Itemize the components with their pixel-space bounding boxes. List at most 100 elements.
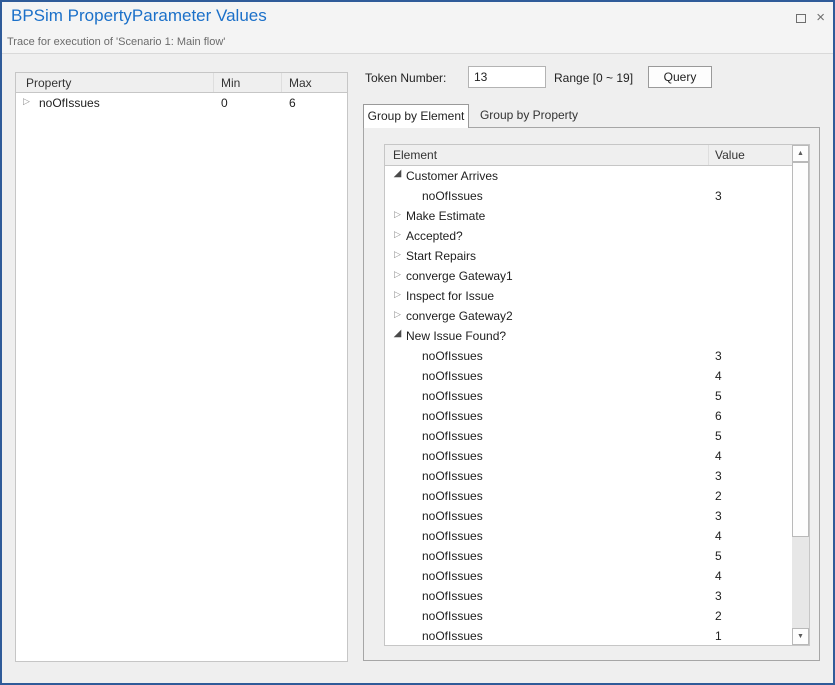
property-min: 0 bbox=[221, 96, 228, 110]
tree-row-label: Make Estimate bbox=[406, 209, 485, 223]
tree-row-label: noOfIssues bbox=[422, 449, 483, 463]
dialog-subtitle: Trace for execution of 'Scenario 1: Main… bbox=[7, 36, 225, 48]
tree-row-label: noOfIssues bbox=[422, 629, 483, 643]
query-button[interactable]: Query bbox=[648, 66, 712, 88]
tree-row-label: New Issue Found? bbox=[406, 329, 506, 343]
tree-row-value: 4 bbox=[715, 449, 722, 463]
close-icon[interactable]: × bbox=[816, 11, 825, 25]
collapse-icon[interactable]: ▷ bbox=[391, 309, 404, 320]
tree-row-label: Start Repairs bbox=[406, 249, 476, 263]
token-number-label: Token Number: bbox=[365, 71, 446, 85]
tree-row-label: noOfIssues bbox=[422, 509, 483, 523]
tree-row[interactable]: noOfIssues5 bbox=[385, 386, 792, 406]
tree-row[interactable]: noOfIssues2 bbox=[385, 606, 792, 626]
tree-row-label: converge Gateway1 bbox=[406, 269, 513, 283]
tree-row[interactable]: noOfIssues1 bbox=[385, 626, 792, 645]
tree-row[interactable]: ▷Accepted? bbox=[385, 226, 792, 246]
collapse-icon[interactable]: ▷ bbox=[391, 209, 404, 220]
tree-row-value: 5 bbox=[715, 549, 722, 563]
tree-row-label: Accepted? bbox=[406, 229, 463, 243]
expand-icon[interactable]: ◢ bbox=[391, 328, 404, 339]
tree-row-value: 3 bbox=[715, 349, 722, 363]
tree-row-value: 2 bbox=[715, 489, 722, 503]
tree-row[interactable]: noOfIssues 5 bbox=[385, 546, 792, 566]
column-header-element: Element bbox=[393, 148, 437, 162]
table-row[interactable]: ▷ noOfIssues 0 6 bbox=[16, 93, 347, 113]
collapse-icon[interactable]: ▷ bbox=[391, 269, 404, 280]
results-groupbox: Element Value ◢Customer ArrivesnoOfIssue… bbox=[363, 127, 820, 661]
tree-row[interactable]: ▷Inspect for Issue bbox=[385, 286, 792, 306]
token-number-input[interactable] bbox=[468, 66, 546, 88]
column-header-min: Min bbox=[221, 76, 240, 90]
property-table-header: Property Min Max bbox=[16, 73, 347, 93]
tree-row-label: noOfIssues bbox=[422, 429, 483, 443]
tree-row[interactable]: noOfIssues 6 bbox=[385, 406, 792, 426]
tree-row-value: 3 bbox=[715, 189, 722, 203]
tree-row-value: 6 bbox=[715, 409, 722, 423]
tree-row-value: 5 bbox=[715, 389, 722, 403]
tree-row[interactable]: noOfIssues 3 bbox=[385, 506, 792, 526]
tree-row[interactable]: ▷Make Estimate bbox=[385, 206, 792, 226]
column-divider bbox=[281, 73, 282, 92]
collapse-icon[interactable]: ▷ bbox=[391, 229, 404, 240]
dialog-titlebar: BPSim PropertyParameter Values Trace for… bbox=[2, 2, 833, 54]
tree-row-value: 5 bbox=[715, 429, 722, 443]
column-divider bbox=[213, 73, 214, 92]
tree-row[interactable]: noOfIssues 4 bbox=[385, 446, 792, 466]
tree-row[interactable]: noOfIssues 3 bbox=[385, 586, 792, 606]
tree-row[interactable]: noOfIssues 4 bbox=[385, 366, 792, 386]
tree-row[interactable]: noOfIssues 4 bbox=[385, 566, 792, 586]
tab-group-by-property[interactable]: Group by Property bbox=[474, 104, 584, 127]
element-tree: ◢Customer ArrivesnoOfIssues3▷Make Estima… bbox=[385, 166, 792, 645]
tree-row[interactable]: noOfIssues 3 bbox=[385, 186, 792, 206]
vertical-scrollbar[interactable]: ▲ ▼ bbox=[792, 145, 809, 645]
tree-row-label: Customer Arrives bbox=[406, 169, 498, 183]
tab-group-by-element[interactable]: Group by Element bbox=[363, 104, 469, 128]
tree-row-label: noOfIssues bbox=[422, 189, 483, 203]
tree-row[interactable]: noOfIssues 3 bbox=[385, 466, 792, 486]
column-header-max: Max bbox=[289, 76, 312, 90]
collapse-icon[interactable]: ▷ bbox=[23, 96, 30, 107]
tree-row[interactable]: ▷converge Gateway1 bbox=[385, 266, 792, 286]
tree-row-value: 3 bbox=[715, 589, 722, 603]
tree-row-label: noOfIssues bbox=[422, 549, 483, 563]
scrollbar-thumb[interactable] bbox=[792, 162, 809, 537]
tree-row[interactable]: ◢Customer Arrives bbox=[385, 166, 792, 186]
tree-row[interactable]: noOfIssues2 bbox=[385, 486, 792, 506]
element-table-header: Element Value bbox=[385, 145, 792, 166]
tree-row[interactable]: ◢New Issue Found? bbox=[385, 326, 792, 346]
tree-row-label: noOfIssues bbox=[422, 589, 483, 603]
tree-row-label: noOfIssues bbox=[422, 529, 483, 543]
tree-row[interactable]: ▷Start Repairs bbox=[385, 246, 792, 266]
tree-row-label: noOfIssues bbox=[422, 369, 483, 383]
collapse-icon[interactable]: ▷ bbox=[391, 249, 404, 260]
tree-row-value: 4 bbox=[715, 369, 722, 383]
maximize-icon[interactable] bbox=[796, 14, 806, 23]
scroll-up-icon[interactable]: ▲ bbox=[792, 145, 809, 162]
tree-row[interactable]: noOfIssues 5 bbox=[385, 426, 792, 446]
tree-row[interactable]: noOfIssues 4 bbox=[385, 526, 792, 546]
scroll-down-icon[interactable]: ▼ bbox=[792, 628, 809, 645]
tree-row-label: noOfIssues bbox=[422, 569, 483, 583]
tree-row[interactable]: noOfIssues3 bbox=[385, 346, 792, 366]
property-table: Property Min Max ▷ noOfIssues 0 6 bbox=[15, 72, 348, 662]
bpsim-dialog: BPSim PropertyParameter Values Trace for… bbox=[0, 0, 835, 685]
tree-row[interactable]: ▷converge Gateway2 bbox=[385, 306, 792, 326]
property-table-body: ▷ noOfIssues 0 6 bbox=[16, 93, 347, 113]
property-max: 6 bbox=[289, 96, 296, 110]
range-label: Range [0 ~ 19] bbox=[554, 71, 633, 85]
tree-row-label: noOfIssues bbox=[422, 609, 483, 623]
collapse-icon[interactable]: ▷ bbox=[391, 289, 404, 300]
tree-row-value: 3 bbox=[715, 469, 722, 483]
expand-icon[interactable]: ◢ bbox=[391, 168, 404, 179]
column-header-property: Property bbox=[26, 76, 71, 90]
tree-row-value: 3 bbox=[715, 509, 722, 523]
column-header-value: Value bbox=[715, 148, 745, 162]
tree-row-label: noOfIssues bbox=[422, 409, 483, 423]
column-divider bbox=[708, 145, 709, 165]
tree-row-label: noOfIssues bbox=[422, 469, 483, 483]
element-table: Element Value ◢Customer ArrivesnoOfIssue… bbox=[384, 144, 810, 646]
tree-row-value: 4 bbox=[715, 529, 722, 543]
property-name: noOfIssues bbox=[39, 96, 100, 110]
tree-row-value: 4 bbox=[715, 569, 722, 583]
